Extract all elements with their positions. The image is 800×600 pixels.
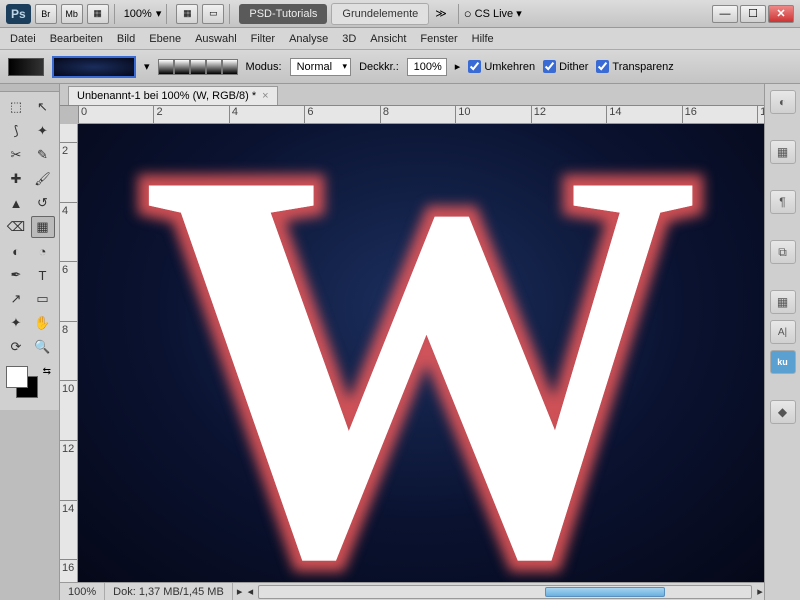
menu-fenster[interactable]: Fenster — [420, 33, 457, 45]
close-tab-icon[interactable]: × — [262, 90, 268, 102]
menu-3d[interactable]: 3D — [342, 33, 356, 45]
menu-ebene[interactable]: Ebene — [149, 33, 181, 45]
horizontal-scrollbar[interactable] — [258, 585, 752, 599]
kuler-panel-icon[interactable]: ku — [770, 350, 796, 374]
tool-shape[interactable]: ▭ — [31, 288, 55, 310]
app-logo: Ps — [6, 4, 31, 24]
tool-type[interactable]: T — [31, 264, 55, 286]
doc-info[interactable]: Dok: 1,37 MB/1,45 MB — [105, 583, 233, 600]
menu-hilfe[interactable]: Hilfe — [472, 33, 494, 45]
menu-auswahl[interactable]: Auswahl — [195, 33, 237, 45]
document-tab[interactable]: Unbenannt-1 bei 100% (W, RGB/8) *× — [68, 86, 278, 105]
tool-zoom[interactable]: 🔍 — [31, 336, 55, 358]
tool-blur[interactable]: ◐ — [4, 240, 28, 262]
menu-datei[interactable]: Datei — [10, 33, 36, 45]
zoom-status[interactable]: 100% — [60, 583, 105, 600]
layers-panel-icon[interactable]: ⧉ — [770, 240, 796, 264]
workspace-tag-1[interactable]: PSD-Tutorials — [239, 4, 327, 24]
cslive-button[interactable]: CS Live ▾ — [464, 6, 522, 21]
more-workspaces[interactable]: ≫ — [435, 7, 447, 20]
status-bar: 100% Dok: 1,37 MB/1,45 MB ▸ ◂ ▸ — [60, 582, 764, 600]
tool-gradient[interactable]: ▦ — [31, 216, 55, 238]
options-bar: ▾ Modus: Normal Deckkr.: 100%▸ Umkehren … — [0, 50, 800, 84]
tool-pen[interactable]: ✒ — [4, 264, 28, 286]
umkehren-checkbox[interactable]: Umkehren — [468, 60, 535, 73]
arrange-button[interactable]: ▦ — [176, 4, 198, 24]
menu-filter[interactable]: Filter — [251, 33, 275, 45]
transparenz-checkbox[interactable]: Transparenz — [596, 60, 673, 73]
tool-heal[interactable]: ✚ — [4, 168, 28, 190]
tool-path[interactable]: ↗ — [4, 288, 28, 310]
color-swatches[interactable]: ⇆ — [6, 366, 53, 406]
minimize-button[interactable]: — — [712, 5, 738, 23]
tool-eraser[interactable]: ⌫ — [4, 216, 28, 238]
tool-preset[interactable] — [8, 58, 44, 76]
ruler-vertical: 2 4 6 8 10 12 14 16 — [60, 124, 78, 582]
title-bar: Ps Br Mb ▦ 100%▾ ▦ ▭ PSD-Tutorials Grund… — [0, 0, 800, 28]
character-panel-icon[interactable]: A| — [770, 320, 796, 344]
menu-bild[interactable]: Bild — [117, 33, 135, 45]
right-panel-dock: ◐ ▦ ¶ ⧉ ▦ A| ku ◆ — [764, 84, 800, 600]
tool-dodge[interactable]: ◔ — [31, 240, 55, 262]
paragraph-panel-icon[interactable]: ¶ — [770, 190, 796, 214]
toolbox: ⬚ ↖ ⟆ ✦ ✂ ✎ ✚ 🖌 ▲ ↺ ⌫ ▦ ◐ ◔ ✒ T ↗ ▭ ✦ ✋ … — [0, 92, 59, 362]
gradient-preview[interactable] — [52, 56, 136, 78]
mb-button[interactable]: Mb — [61, 4, 83, 24]
swatches-panel-icon[interactable]: ▦ — [770, 140, 796, 164]
menu-bearbeiten[interactable]: Bearbeiten — [50, 33, 103, 45]
zoom-display[interactable]: 100% — [124, 8, 152, 20]
canvas[interactable]: W W — [78, 124, 764, 582]
menu-analyse[interactable]: Analyse — [289, 33, 328, 45]
ruler-horizontal: 0 2 4 6 8 10 12 14 16 18 — [78, 106, 764, 124]
menu-bar: Datei Bearbeiten Bild Ebene Auswahl Filt… — [0, 28, 800, 50]
gradient-type-buttons[interactable] — [158, 59, 238, 75]
close-button[interactable]: ✕ — [768, 5, 794, 23]
grid-panel-icon[interactable]: ▦ — [770, 290, 796, 314]
letter-artwork: W — [141, 124, 701, 582]
layout-button[interactable]: ▦ — [87, 4, 109, 24]
deck-label: Deckkr.: — [359, 61, 399, 73]
color-panel-icon[interactable]: ◐ — [770, 90, 796, 114]
tool-stamp[interactable]: ▲ — [4, 192, 28, 214]
document-tabs: Unbenannt-1 bei 100% (W, RGB/8) *× — [60, 84, 764, 106]
modus-dropdown[interactable]: Normal — [290, 58, 351, 76]
tool-crop[interactable]: ✂ — [4, 144, 28, 166]
bridge-button[interactable]: Br — [35, 4, 57, 24]
tool-wand[interactable]: ✦ — [31, 120, 55, 142]
screen-button[interactable]: ▭ — [202, 4, 224, 24]
maximize-button[interactable]: ☐ — [740, 5, 766, 23]
tool-select[interactable]: ↖ — [31, 96, 55, 118]
tool-hand[interactable]: ✋ — [31, 312, 55, 334]
opacity-input[interactable]: 100% — [407, 58, 447, 76]
tool-3d[interactable]: ✦ — [4, 312, 28, 334]
tool-move[interactable]: ⬚ — [4, 96, 28, 118]
adjustments-panel-icon[interactable]: ◆ — [770, 400, 796, 424]
tool-brush[interactable]: 🖌 — [31, 168, 55, 190]
dither-checkbox[interactable]: Dither — [543, 60, 588, 73]
tool-lasso[interactable]: ⟆ — [4, 120, 28, 142]
modus-label: Modus: — [246, 61, 282, 73]
workspace-tag-2[interactable]: Grundelemente — [331, 3, 429, 25]
tool-eyedrop[interactable]: ✎ — [31, 144, 55, 166]
tool-history[interactable]: ↺ — [31, 192, 55, 214]
menu-ansicht[interactable]: Ansicht — [370, 33, 406, 45]
tool-rotate[interactable]: ⟳ — [4, 336, 28, 358]
